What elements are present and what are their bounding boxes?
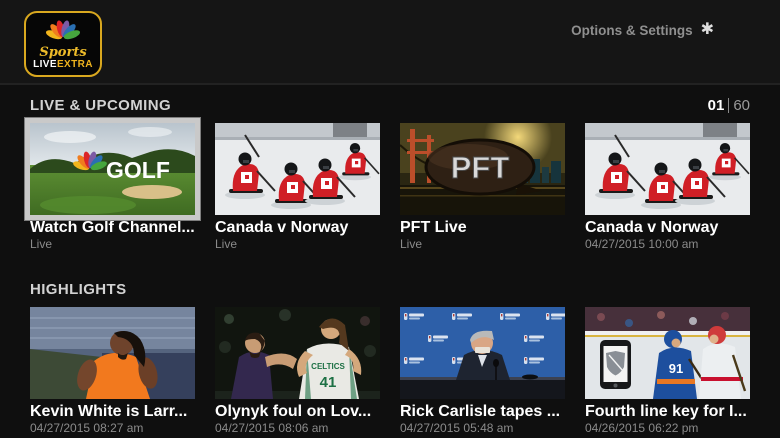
tile-subtitle: Live xyxy=(400,238,565,251)
thumbnail-sledge-hockey xyxy=(215,123,380,215)
nbc-peacock-icon xyxy=(45,18,81,45)
tile-canada-v-norway-live[interactable]: Canada v Norway Live xyxy=(215,123,380,251)
svg-text:91: 91 xyxy=(669,361,683,376)
counter-current: 01 xyxy=(708,97,725,114)
highlights-header: HIGHLIGHTS xyxy=(30,277,750,301)
options-settings-label: Options & Settings xyxy=(571,23,693,38)
logo-liveextra-label: LIVEEXTRA xyxy=(33,59,93,70)
svg-text:CELTICS: CELTICS xyxy=(311,362,345,371)
tile-canada-v-norway-upcoming[interactable]: Canada v Norway 04/27/2015 10:00 am xyxy=(585,123,750,251)
tile-title: Fourth line key for I... xyxy=(585,403,750,421)
asterisk-icon: ✱ xyxy=(701,22,714,38)
counter-total: 60 xyxy=(733,97,750,114)
nbc-sports-live-extra-logo[interactable]: Sports LIVEEXTRA xyxy=(24,11,102,77)
tile-title: PFT Live xyxy=(400,219,565,237)
tile-rick-carlisle[interactable]: Rick Carlisle tapes ... 04/27/2015 05:48… xyxy=(400,307,565,435)
svg-text:GOLF: GOLF xyxy=(106,157,170,183)
nbc-sports-live-extra-app: Sports LIVEEXTRA Options & Settings ✱ LI… xyxy=(0,0,780,435)
live-upcoming-carousel: GOLF Watch Golf Channel... Live xyxy=(30,123,750,251)
thumbnail-golf-course: GOLF xyxy=(30,123,195,215)
tile-title: Canada v Norway xyxy=(215,219,380,237)
thumbnail-sledge-hockey xyxy=(585,123,750,215)
thumbnail-nhl-hockey-with-phone: 91 xyxy=(585,307,750,399)
live-upcoming-section: LIVE & UPCOMING 01 60 xyxy=(30,93,750,251)
tile-subtitle: 04/27/2015 08:27 am xyxy=(30,422,195,435)
section-title-live-upcoming: LIVE & UPCOMING xyxy=(30,97,171,114)
counter-divider xyxy=(728,98,729,113)
thumbnail-sprinter xyxy=(30,307,195,399)
tile-title: Kevin White is Larr... xyxy=(30,403,195,421)
main-content: LIVE & UPCOMING 01 60 xyxy=(0,85,780,435)
tile-subtitle: 04/27/2015 08:06 am xyxy=(215,422,380,435)
tile-watch-golf-channel[interactable]: GOLF Watch Golf Channel... Live xyxy=(30,123,195,251)
tile-kevin-white[interactable]: Kevin White is Larr... 04/27/2015 08:27 … xyxy=(30,307,195,435)
thumbnail-pft-football: PFT xyxy=(400,123,565,215)
live-upcoming-header: LIVE & UPCOMING 01 60 xyxy=(30,93,750,117)
top-bar: Sports LIVEEXTRA Options & Settings ✱ xyxy=(0,0,780,85)
highlights-section: HIGHLIGHTS xyxy=(30,277,750,435)
tile-title: Rick Carlisle tapes ... xyxy=(400,403,565,421)
tile-olynyk-foul[interactable]: CELTICS 41 Olynyk foul on Lov... 04/27/2… xyxy=(215,307,380,435)
highlights-carousel: Kevin White is Larr... 04/27/2015 08:27 … xyxy=(30,307,750,435)
svg-text:PFT: PFT xyxy=(451,150,510,185)
svg-text:41: 41 xyxy=(320,374,337,391)
tile-subtitle: Live xyxy=(215,238,380,251)
tile-subtitle: Live xyxy=(30,238,195,251)
tile-title: Canada v Norway xyxy=(585,219,750,237)
options-settings-button[interactable]: Options & Settings ✱ xyxy=(571,22,714,38)
thumbnail-press-conference xyxy=(400,307,565,399)
tile-title: Watch Golf Channel... xyxy=(30,219,195,237)
tile-subtitle: 04/27/2015 10:00 am xyxy=(585,238,750,251)
tile-subtitle: 04/26/2015 06:22 pm xyxy=(585,422,750,435)
tile-pft-live[interactable]: PFT PFT Live Live xyxy=(400,123,565,251)
tile-subtitle: 04/27/2015 05:48 am xyxy=(400,422,565,435)
tile-fourth-line[interactable]: 91 Fourth line key for I... 04/26/20 xyxy=(585,307,750,435)
thumbnail-basketball-players: CELTICS 41 xyxy=(215,307,380,399)
tile-title: Olynyk foul on Lov... xyxy=(215,403,380,421)
carousel-position-counter: 01 60 xyxy=(708,97,750,114)
section-title-highlights: HIGHLIGHTS xyxy=(30,281,127,298)
logo-sports-label: Sports xyxy=(39,47,86,59)
